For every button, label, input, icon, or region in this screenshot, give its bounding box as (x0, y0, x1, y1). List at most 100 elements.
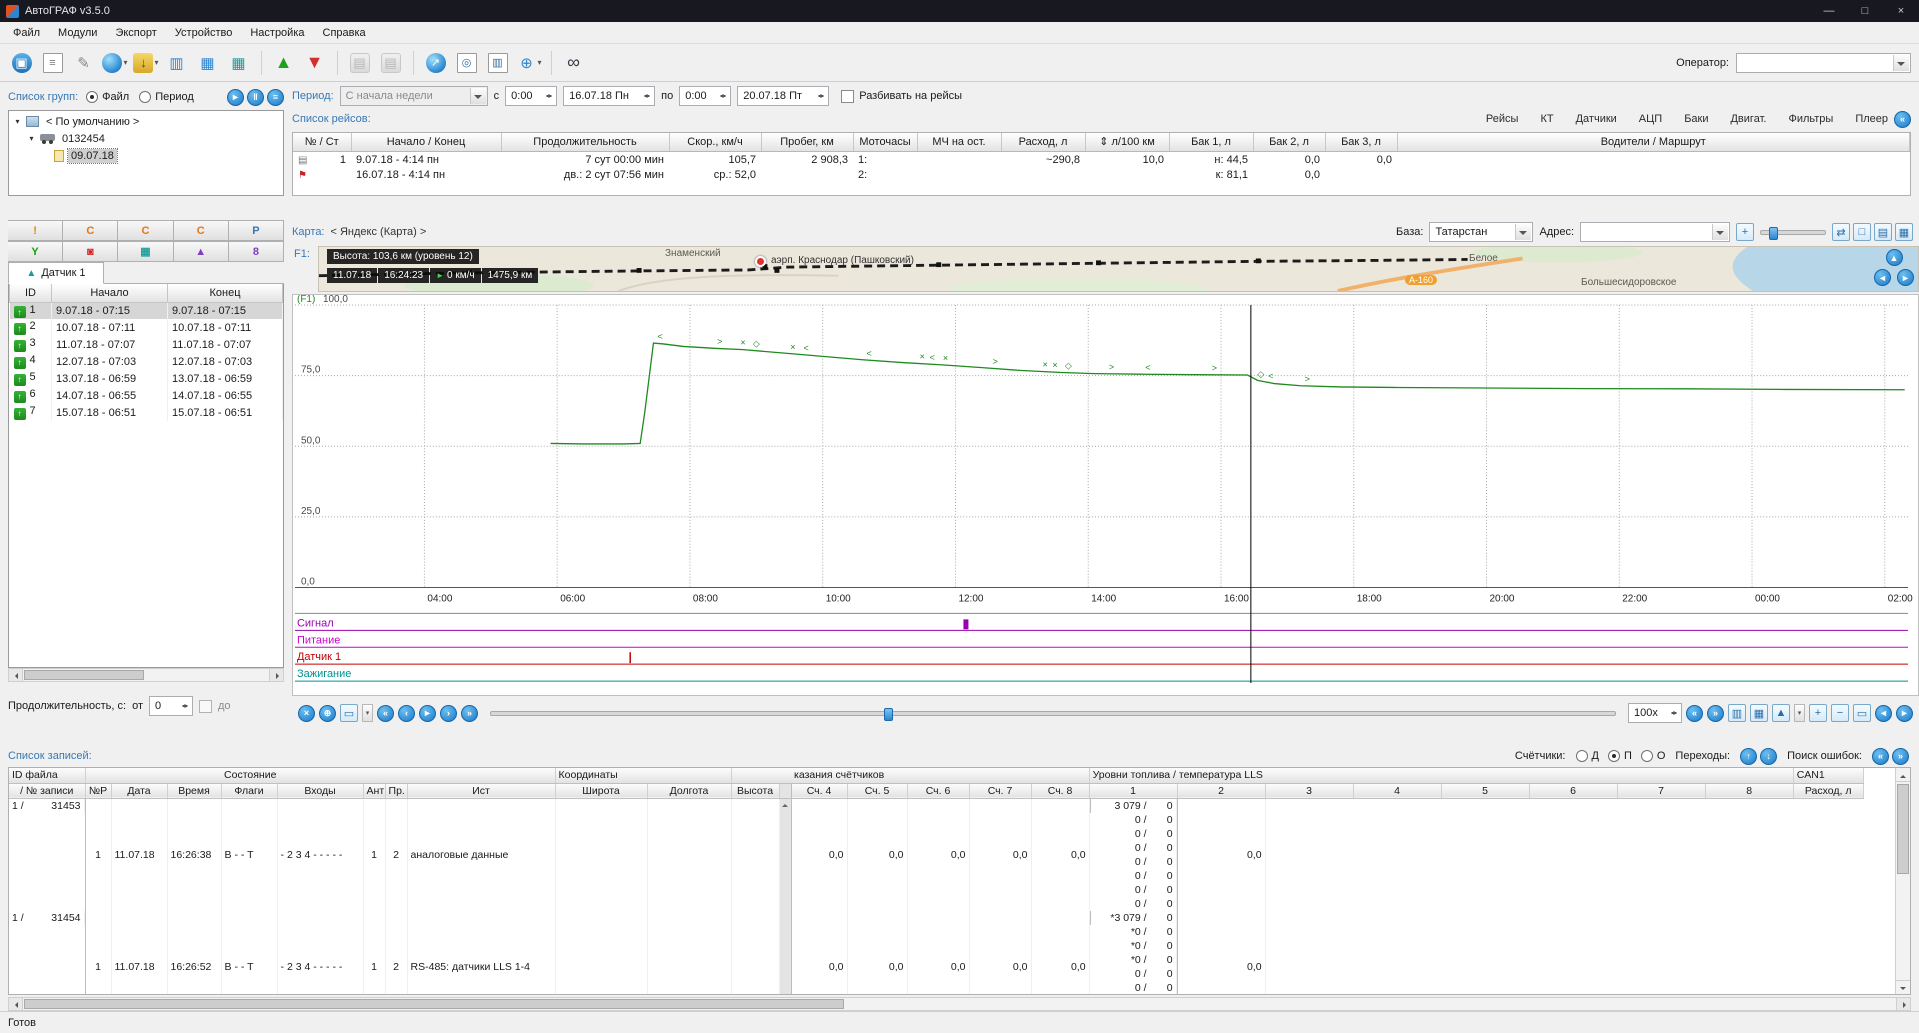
map-globe-button[interactable]: ▾ (101, 48, 129, 78)
groups-menu-button[interactable]: ≡ (267, 89, 284, 106)
menu-item[interactable]: Настройка (241, 24, 313, 42)
records-column-header[interactable]: 1 (1089, 783, 1177, 798)
scroll-left-icon[interactable] (9, 669, 23, 681)
sensor-tab-events[interactable]: ◙ (63, 241, 118, 262)
scroll-thumb[interactable] (24, 999, 844, 1009)
base-select[interactable]: Татарстан (1429, 222, 1533, 242)
player-button[interactable]: ∞ (560, 48, 588, 78)
sensor-tab-active[interactable]: ▲Датчик 1 (8, 262, 104, 284)
groups-pause-button[interactable]: ‖ (247, 89, 264, 106)
scroll-thumb[interactable] (24, 670, 144, 680)
counter-radio-d[interactable]: Д (1576, 750, 1599, 762)
records-column-header[interactable]: Долгота (647, 783, 731, 798)
chart-eraser-button[interactable]: ▭ (340, 704, 358, 722)
trips-column-header[interactable]: Продолжительность (501, 133, 669, 151)
counter-radio-o[interactable]: О (1641, 750, 1666, 762)
records-vscrollbar[interactable] (1895, 768, 1910, 994)
sensor-column-header[interactable]: Конец (168, 284, 283, 302)
sensor-tab-p[interactable]: P (229, 220, 284, 241)
map-screen-button[interactable]: □ (1853, 223, 1871, 241)
chart-left-button[interactable]: ◄ (1875, 705, 1892, 722)
records-column-header[interactable]: Сч. 7 (969, 783, 1031, 798)
speed-fwd-button[interactable]: » (1707, 705, 1724, 722)
menu-item[interactable]: Файл (4, 24, 49, 42)
period-from-time[interactable]: 0:00 (505, 86, 557, 106)
tree-item[interactable]: ▾< По умолчанию > (9, 113, 283, 130)
trips-column-header[interactable]: Пробег, км (761, 133, 853, 151)
trips-tab[interactable]: Баки (1684, 113, 1708, 125)
chart-zoom-out-button[interactable]: − (1831, 704, 1849, 722)
slider-thumb[interactable] (884, 708, 893, 721)
print-button[interactable]: ▤ (346, 48, 374, 78)
trips-column-header[interactable]: Начало / Конец (351, 133, 501, 151)
records-column-header[interactable]: 6 (1529, 783, 1617, 798)
chart-eraser-dropdown[interactable]: ▾ (362, 704, 373, 722)
sensor-hscrollbar[interactable] (8, 668, 284, 682)
menu-item[interactable]: Экспорт (106, 24, 165, 42)
records-column-header[interactable]: Расход, л (1793, 783, 1863, 798)
scroll-up-icon[interactable] (1896, 768, 1910, 782)
online-map-button[interactable]: ↗ (422, 48, 450, 78)
records-column-header[interactable]: Пр. (385, 783, 407, 798)
map-zoom-plus-button[interactable]: + (1736, 223, 1754, 241)
scroll-left-icon[interactable] (9, 998, 23, 1010)
records-column-header[interactable]: 8 (1705, 783, 1793, 798)
scroll-down-icon[interactable] (1896, 980, 1910, 994)
sensor-row[interactable]: 513.07.18 - 06:5913.07.18 - 06:59 (10, 370, 283, 387)
sensor-tab-alerts[interactable]: ! (8, 220, 63, 241)
transition-down-button[interactable]: ↓ (1760, 748, 1777, 765)
map-print-button[interactable]: ▤ (1874, 223, 1892, 241)
search-log-button[interactable]: ◎ (453, 48, 481, 78)
chart-zoom-fit-button[interactable]: ▭ (1853, 704, 1871, 722)
unload-data-button[interactable]: ▼ (301, 48, 329, 78)
play-last-button[interactable]: » (461, 705, 478, 722)
trips-column-header[interactable]: ⇕ л/100 км (1085, 133, 1169, 151)
sensor-column-header[interactable]: Начало (52, 284, 168, 302)
map-pan-left-button[interactable]: ◄ (1874, 269, 1891, 286)
period-from-date[interactable]: 16.07.18 Пн (563, 86, 655, 106)
chart-canvas[interactable]: 04:0006:0008:0010:0012:0014:0016:0018:00… (292, 294, 1919, 696)
trips-column-header[interactable]: Водители / Маршрут (1397, 133, 1910, 151)
records-column-header[interactable] (779, 783, 791, 798)
device-manager-button[interactable]: ▣ (8, 48, 36, 78)
records-column-header[interactable]: №Р (85, 783, 111, 798)
fuel-level-chart[interactable]: 04:0006:0008:0010:0012:0014:0016:0018:00… (293, 295, 1918, 695)
sensor-tab-8[interactable]: 8 (229, 241, 284, 262)
slider-thumb[interactable] (1769, 227, 1778, 240)
trips-column-header[interactable]: МЧ на ост. (917, 133, 1001, 151)
map-zoom-slider[interactable] (1760, 230, 1826, 235)
chart-right-button[interactable]: ► (1896, 705, 1913, 722)
map-layers-button[interactable]: ▦ (1895, 223, 1913, 241)
menu-item[interactable]: Устройство (166, 24, 242, 42)
menu-item[interactable]: Справка (314, 24, 375, 42)
speed-back-button[interactable]: « (1686, 705, 1703, 722)
split-trips-checkbox[interactable]: Разбивать на рейсы (841, 90, 962, 103)
records-hscrollbar[interactable] (8, 997, 1911, 1011)
records-column-header[interactable]: 3 (1265, 783, 1353, 798)
crosshair-tool-button[interactable]: ⊕▾ (515, 48, 543, 78)
minimize-button[interactable]: — (1811, 0, 1847, 22)
period-preset-select[interactable]: С начала недели (340, 86, 488, 106)
table-view-button[interactable]: ▦ (194, 48, 222, 78)
counter-radio-p[interactable]: П (1608, 750, 1632, 762)
records-column-header[interactable]: Сч. 6 (907, 783, 969, 798)
trips-tab[interactable]: Датчики (1576, 113, 1617, 125)
print-preview-button[interactable]: ▤ (377, 48, 405, 78)
trips-column-header[interactable]: Бак 1, л (1169, 133, 1253, 151)
scroll-right-icon[interactable] (1896, 998, 1910, 1010)
trips-collapse-button[interactable]: « (1894, 111, 1911, 128)
chart-series-dropdown[interactable]: ▾ (1794, 704, 1805, 722)
period-to-date[interactable]: 20.07.18 Пт (737, 86, 829, 106)
trips-tab[interactable]: Фильтры (1788, 113, 1833, 125)
chart-layers-button[interactable]: ▥ (1728, 704, 1746, 722)
records-column-header[interactable]: Широта (555, 783, 647, 798)
chart-select-button[interactable]: ⊕ (319, 705, 336, 722)
sensor-tab-c3[interactable]: C (174, 220, 229, 241)
records-column-header[interactable]: Ант (363, 783, 385, 798)
error-prev-button[interactable]: « (1872, 748, 1889, 765)
sensor-row[interactable]: 311.07.18 - 07:0711.07.18 - 07:07 (10, 336, 283, 353)
play-next-button[interactable]: › (440, 705, 457, 722)
groups-play-button[interactable]: ► (227, 89, 244, 106)
record-row[interactable]: 1 /31453111.07.1816:26:38B - - T- 2 3 4 … (9, 798, 1863, 911)
records-column-header[interactable]: Высота (731, 783, 779, 798)
